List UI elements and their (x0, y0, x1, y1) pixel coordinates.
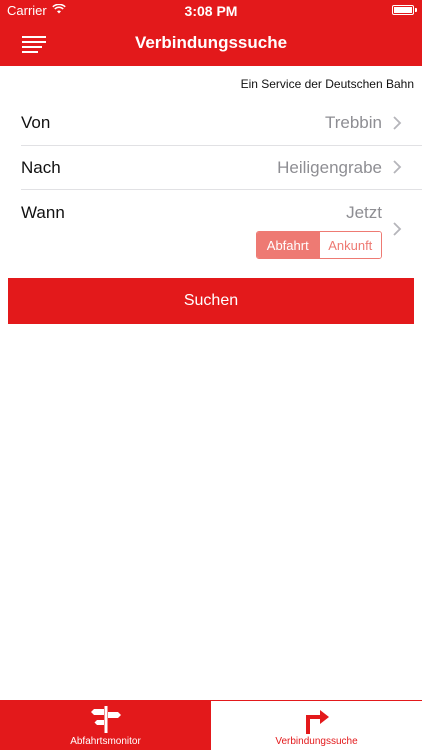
turn-right-arrow-icon (306, 710, 329, 734)
from-row[interactable]: Von Trebbin (0, 100, 422, 145)
chevron-right-icon (393, 222, 402, 236)
status-bar: Carrier 3:08 PM (0, 0, 422, 22)
tab-label: Verbindungssuche (275, 736, 358, 747)
segment-departure[interactable]: Abfahrt (257, 232, 319, 258)
page-title: Verbindungssuche (134, 33, 288, 52)
tab-label: Abfahrtsmonitor (70, 736, 141, 747)
from-label: Von (21, 113, 51, 132)
tab-bar: Abfahrtsmonitor Verbindungssuche (0, 700, 422, 750)
to-value: Heiligengrabe (277, 158, 382, 177)
chevron-right-icon (393, 160, 402, 174)
battery-icon (392, 5, 417, 15)
chevron-right-icon (393, 116, 402, 130)
departure-arrival-toggle[interactable]: Abfahrt Ankunft (256, 231, 382, 259)
search-button[interactable]: Suchen (8, 278, 414, 324)
when-label: Wann (21, 203, 65, 222)
clock: 3:08 PM (184, 3, 238, 19)
tab-connection-search[interactable]: Verbindungssuche (211, 700, 422, 750)
segment-arrival[interactable]: Ankunft (318, 232, 381, 258)
to-row[interactable]: Nach Heiligengrabe (0, 145, 422, 190)
from-value: Trebbin (324, 113, 382, 132)
service-note: Ein Service der Deutschen Bahn (240, 77, 414, 91)
navigation-header: Carrier 3:08 PM Verbindungssuche (0, 0, 422, 66)
tab-departure-monitor[interactable]: Abfahrtsmonitor (0, 700, 211, 750)
to-label: Nach (21, 158, 61, 177)
signpost-icon (91, 706, 121, 733)
when-value: Jetzt (346, 203, 382, 222)
